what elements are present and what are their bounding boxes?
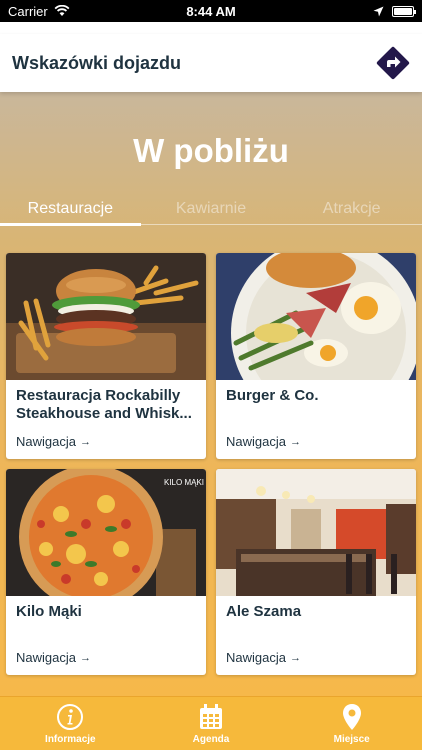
navigation-label: Nawigacja — [226, 650, 286, 665]
place-name: Restauracja Rockabilly Steakhouse and Wh… — [16, 387, 192, 422]
navigation-label: Nawigacja — [16, 434, 76, 449]
navigation-label: Nawigacja — [16, 650, 76, 665]
directions-bar[interactable]: Wskazówki dojazdu — [0, 34, 422, 92]
tab-attractions[interactable]: Atrakcje — [281, 200, 422, 226]
place-card[interactable]: Ale Szama Nawigacja → — [216, 469, 416, 675]
navigation-diamond-icon[interactable] — [376, 46, 410, 80]
place-card[interactable]: KILO MĄKI Kilo Mąki Nawigacja → — [6, 469, 206, 675]
location-pin-icon — [342, 703, 361, 730]
navigation-label: Nawigacja — [226, 434, 286, 449]
tab-miejsce[interactable]: Miejsce — [281, 697, 422, 750]
restaurant-interior-photo — [216, 469, 416, 596]
arrow-right-icon: → — [289, 651, 301, 664]
tab-label: Agenda — [192, 733, 230, 745]
page-title: W pobliżu — [133, 132, 289, 169]
tab-label: Miejsce — [333, 733, 370, 745]
navigation-link[interactable]: Nawigacja → — [226, 434, 301, 449]
navigation-link[interactable]: Nawigacja → — [16, 650, 91, 665]
place-name: Burger & Co. — [226, 387, 319, 404]
carrier-label: Carrier — [8, 3, 48, 19]
directions-title: Wskazówki dojazdu — [12, 52, 182, 73]
tab-label: Informacje — [45, 733, 96, 745]
burger-photo — [6, 253, 206, 380]
location-arrow-icon — [373, 6, 384, 16]
calendar-icon — [200, 703, 222, 729]
active-tab-indicator — [0, 223, 141, 226]
tab-informacje[interactable]: Informacje — [0, 697, 141, 750]
breakfast-plate-photo — [216, 253, 416, 380]
nearby-section: W pobliżu Restauracje Kawiarnie Atrakcje — [0, 92, 422, 696]
place-name: Kilo Mąki — [16, 603, 82, 620]
navigation-link[interactable]: Nawigacja → — [16, 434, 91, 449]
navigation-link[interactable]: Nawigacja → — [226, 650, 301, 665]
tab-agenda[interactable]: Agenda — [141, 697, 282, 750]
place-card[interactable]: Burger & Co. Nawigacja → — [216, 253, 416, 459]
battery-icon — [392, 5, 416, 17]
place-name: Ale Szama — [226, 603, 302, 620]
bottom-tab-bar: Informacje Agenda Miejsce — [0, 696, 422, 750]
info-icon — [57, 703, 84, 730]
pizza-logo-text: KILO MĄKI — [164, 478, 204, 487]
place-card[interactable]: Restauracja Rockabilly Steakhouse and Wh… — [6, 253, 206, 459]
tab-cafes[interactable]: Kawiarnie — [141, 200, 282, 226]
arrow-right-icon: → — [79, 651, 91, 664]
arrow-right-icon: → — [289, 435, 301, 448]
arrow-right-icon: → — [79, 435, 91, 448]
status-bar: Carrier 8:44 AM — [0, 0, 422, 22]
wifi-icon — [54, 5, 70, 16]
pizza-photo: KILO MĄKI — [6, 469, 206, 596]
